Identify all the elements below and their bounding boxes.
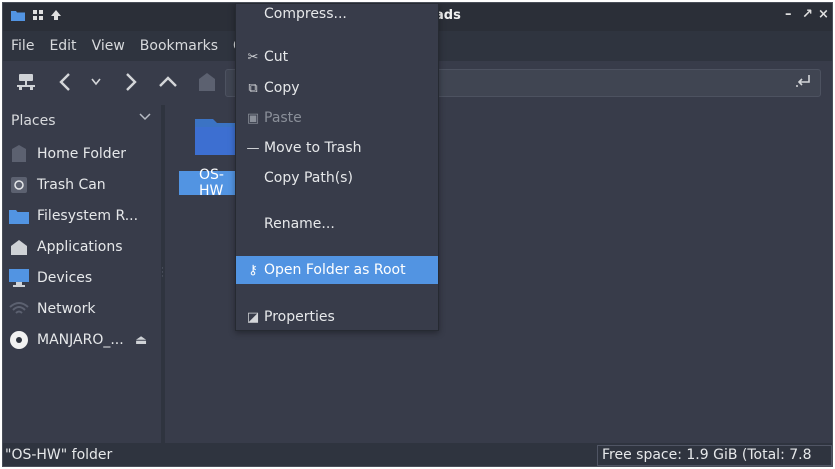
back-icon[interactable] [59, 73, 71, 91]
folder-item[interactable]: OS-HW [173, 115, 245, 199]
menu-item-compress[interactable]: Compress... [236, 3, 438, 28]
sidebar-item-filesystem-root[interactable]: Filesystem R... [9, 203, 159, 229]
keep-above-icon[interactable] [51, 10, 61, 20]
menu-item-cut[interactable]: ✂ Cut [236, 43, 438, 71]
sidebar-item-network[interactable]: Network [9, 296, 159, 322]
disc-icon [10, 331, 28, 349]
paste-icon: ▣ [246, 110, 260, 126]
menu-item-label: Cut [264, 49, 289, 65]
properties-icon: ◪ [246, 309, 260, 325]
sidebar-item-label: Applications [37, 239, 123, 255]
status-bar: "OS-HW" folder Free space: 1.9 GiB (Tota… [3, 443, 832, 466]
forward-icon[interactable] [125, 73, 137, 91]
file-manager-window: ads – ↗ × File Edit View Bookmarks Go Pl… [2, 2, 833, 467]
menu-item-label: Move to Trash [264, 140, 362, 156]
sidebar-item-applications[interactable]: Applications [9, 234, 159, 260]
menu-item-rename[interactable]: Rename... [236, 210, 438, 238]
copy-icon: ⧉ [248, 80, 258, 96]
history-dropdown-icon[interactable] [91, 78, 101, 86]
menu-item-label: Paste [264, 110, 302, 126]
minimize-button[interactable]: – [785, 7, 792, 22]
close-button[interactable]: × [818, 7, 829, 22]
maximize-button[interactable]: ↗ [802, 7, 813, 22]
sidebar-item-home-folder[interactable]: Home Folder [9, 141, 159, 167]
menu-item-label: Compress... [264, 6, 347, 22]
chevron-down-icon[interactable] [139, 113, 151, 121]
sidebar-item-label: MANJARO_... [37, 332, 124, 348]
menu-item-label: Properties [264, 309, 335, 325]
menu-item-label: Rename... [264, 216, 335, 232]
sidebar-item-label: Network [37, 301, 96, 317]
menu-view[interactable]: View [92, 38, 125, 54]
menu-item-properties[interactable]: ◪ Properties [236, 303, 438, 331]
menu-edit[interactable]: Edit [49, 38, 76, 54]
menu-item-copy[interactable]: ⧉ Copy [236, 74, 438, 102]
folder-app-icon [11, 11, 25, 21]
sidebar-item-label: Home Folder [37, 146, 127, 162]
menu-bookmarks[interactable]: Bookmarks [140, 38, 218, 54]
menu-item-move-to-trash[interactable]: — Move to Trash [236, 134, 438, 162]
menu-item-copy-paths[interactable]: Copy Path(s) [236, 164, 438, 192]
devices-icon [9, 269, 29, 287]
up-icon[interactable] [159, 75, 177, 87]
sidebar-item-manjaro[interactable]: MANJARO_... ⏏ [9, 327, 159, 353]
splitter-grip-icon: · · · [161, 264, 164, 282]
selection-status: "OS-HW" folder [5, 447, 113, 463]
free-space-status: Free space: 1.9 GiB (Total: 7.8 GiB) [597, 445, 832, 466]
menu-file[interactable]: File [11, 38, 34, 54]
return-icon[interactable] [796, 73, 812, 89]
eject-icon[interactable]: ⏏ [135, 333, 147, 348]
window-menu-icon[interactable] [33, 10, 43, 20]
cut-icon: ✂ [247, 49, 259, 65]
minus-icon: — [246, 140, 260, 156]
menu-item-paste[interactable]: ▣ Paste [236, 104, 438, 132]
trash-icon [11, 177, 27, 193]
home-folder-icon [12, 145, 26, 162]
network-wifi-icon [9, 302, 29, 314]
context-menu: Compress... ✂ Cut ⧉ Copy ▣ Paste — Move … [235, 3, 439, 331]
key-icon: ⚷ [248, 262, 258, 278]
filesystem-icon [9, 210, 29, 224]
sidebar-item-label: Filesystem R... [37, 208, 139, 224]
menu-item-label: Open Folder as Root [264, 262, 406, 278]
sidebar-item-label: Devices [37, 270, 93, 286]
places-header[interactable]: Places [11, 113, 56, 129]
home-icon[interactable] [199, 73, 215, 91]
network-icon[interactable] [17, 74, 35, 90]
menu-item-label: Copy Path(s) [264, 170, 353, 186]
sidebar-item-label: Trash Can [37, 177, 106, 193]
applications-icon [11, 240, 27, 255]
sidebar: Places Home Folder Trash Can Filesystem … [3, 105, 161, 443]
sidebar-item-devices[interactable]: Devices [9, 265, 159, 291]
sidebar-item-trash-can[interactable]: Trash Can [9, 172, 159, 198]
menu-item-label: Copy [264, 80, 300, 96]
menu-item-open-folder-as-root[interactable]: ⚷ Open Folder as Root [236, 256, 438, 284]
